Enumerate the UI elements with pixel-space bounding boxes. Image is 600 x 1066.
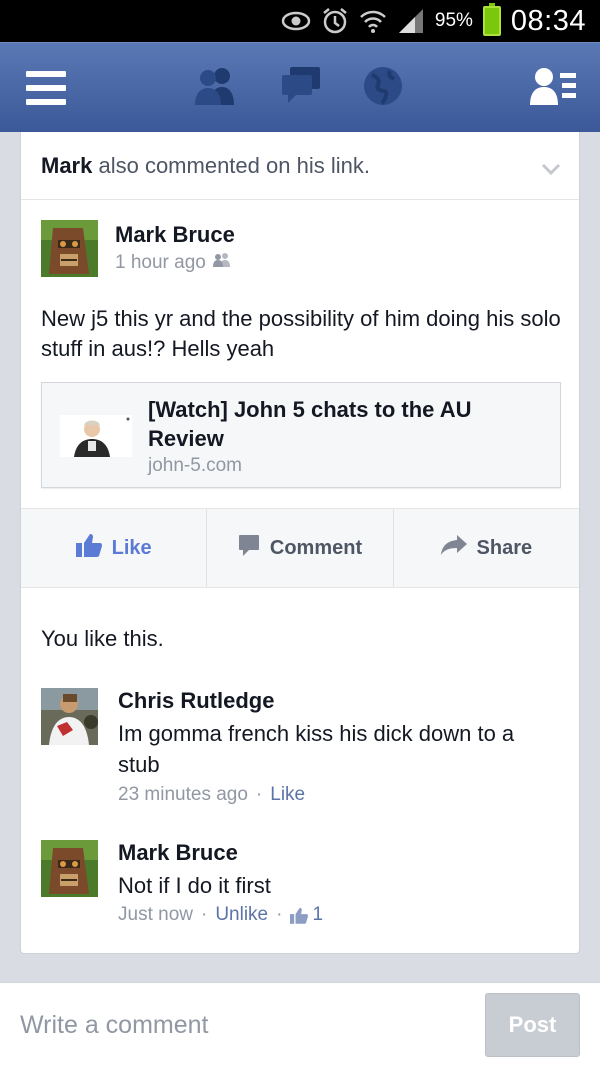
clock: 08:34 bbox=[510, 4, 586, 37]
comment-text: Im gomma french kiss his dick down to a … bbox=[118, 721, 515, 777]
post-meta: 1 hour ago bbox=[115, 252, 232, 274]
share-arrow-icon bbox=[440, 535, 467, 561]
comment-like-count[interactable]: 1 bbox=[290, 904, 323, 926]
status-bar: 95% 08:34 bbox=[0, 0, 600, 42]
comment-label: Comment bbox=[269, 536, 363, 559]
comment-like-link[interactable]: Like bbox=[270, 784, 305, 806]
messages-icon[interactable] bbox=[280, 65, 322, 105]
friends-audience-icon[interactable] bbox=[212, 252, 232, 274]
link-thumbnail bbox=[60, 415, 132, 457]
commenter-avatar[interactable] bbox=[41, 688, 98, 745]
comment-item: Chris Rutledge Im gomma french kiss his … bbox=[41, 688, 561, 808]
link-attachment[interactable]: [Watch] John 5 chats to the AU Review jo… bbox=[41, 382, 561, 488]
post-button[interactable]: Post bbox=[485, 993, 580, 1057]
comment-button[interactable]: Comment bbox=[207, 509, 394, 587]
signal-icon bbox=[397, 8, 425, 34]
share-button[interactable]: Share bbox=[394, 509, 579, 587]
comment-meta: 23 minutes ago · Like bbox=[118, 784, 306, 806]
notifications-globe-icon[interactable] bbox=[362, 65, 404, 107]
app-header bbox=[0, 42, 600, 132]
comment-icon bbox=[238, 534, 260, 562]
comment-composer: Post bbox=[0, 982, 600, 1066]
post-time[interactable]: 1 hour ago bbox=[115, 252, 206, 274]
chevron-down-icon[interactable] bbox=[541, 156, 561, 182]
like-button[interactable]: Like bbox=[21, 509, 208, 587]
link-domain: john-5.com bbox=[148, 455, 242, 476]
alarm-icon bbox=[321, 7, 349, 35]
comment-time[interactable]: Just now bbox=[118, 904, 193, 926]
wifi-icon bbox=[359, 8, 387, 34]
comment-time[interactable]: 23 minutes ago bbox=[118, 784, 248, 806]
comment-meta: Just now · Unlike · 1 bbox=[118, 904, 324, 926]
battery-icon bbox=[482, 3, 501, 36]
action-bar: Like Comment Share bbox=[21, 508, 579, 588]
commenter-name[interactable]: Mark Bruce bbox=[118, 840, 238, 866]
likes-summary[interactable]: You like this. bbox=[41, 626, 164, 652]
menu-icon[interactable] bbox=[26, 71, 66, 105]
story-header-text: also commented on his link. bbox=[92, 152, 370, 178]
story-header: Mark also commented on his link. bbox=[21, 132, 579, 200]
share-label: Share bbox=[476, 536, 533, 559]
link-title[interactable]: [Watch] John 5 chats to the AU Review bbox=[148, 395, 538, 453]
commenter-avatar[interactable] bbox=[41, 840, 98, 897]
thumbs-up-icon bbox=[75, 533, 102, 563]
post-text: New j5 this yr and the possibility of hi… bbox=[41, 306, 561, 361]
post-author-name[interactable]: Mark Bruce bbox=[115, 222, 235, 248]
eye-icon bbox=[281, 10, 311, 32]
contacts-icon[interactable] bbox=[530, 65, 578, 107]
comment-item: Mark Bruce Not if I do it first Just now… bbox=[41, 840, 561, 930]
thumbs-up-icon bbox=[290, 907, 309, 924]
comment-text: Not if I do it first bbox=[118, 873, 271, 898]
battery-percent: 95% bbox=[434, 10, 473, 31]
like-label: Like bbox=[111, 536, 152, 559]
comment-unlike-link[interactable]: Unlike bbox=[215, 904, 268, 926]
story-card: Mark also commented on his link. Mark Br… bbox=[20, 132, 580, 954]
comment-input[interactable] bbox=[20, 1007, 460, 1043]
like-count: 1 bbox=[312, 904, 324, 925]
post-author-avatar[interactable] bbox=[41, 220, 98, 277]
friend-requests-icon[interactable] bbox=[192, 65, 240, 107]
story-header-name[interactable]: Mark bbox=[41, 153, 92, 178]
commenter-name[interactable]: Chris Rutledge bbox=[118, 688, 274, 714]
